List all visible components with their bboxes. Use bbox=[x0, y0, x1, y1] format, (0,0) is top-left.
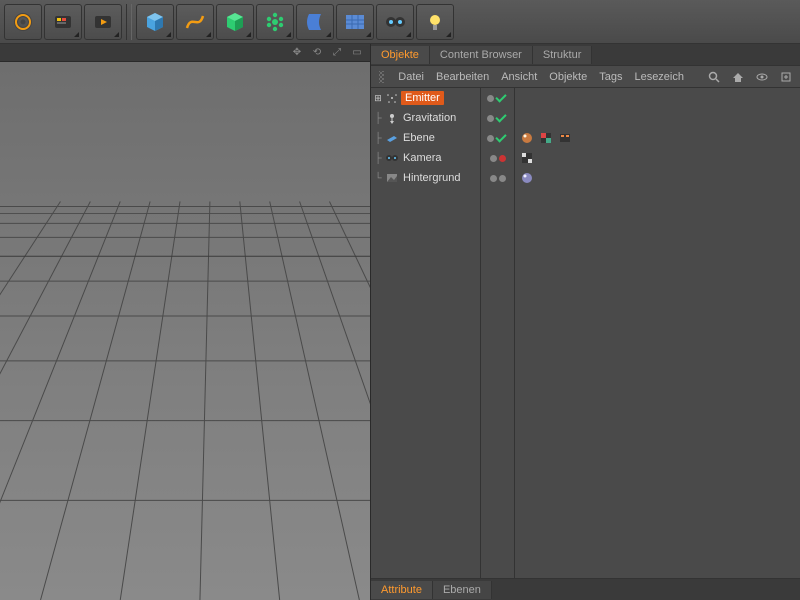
panel-tabs-top: Objekte Content Browser Struktur bbox=[371, 44, 800, 66]
camera-obj-icon bbox=[385, 151, 399, 165]
menu-datei[interactable]: Datei bbox=[398, 71, 424, 83]
cube-primitive-icon[interactable] bbox=[136, 4, 174, 40]
vis-dot-icon[interactable] bbox=[487, 135, 494, 142]
search-icon[interactable] bbox=[708, 70, 720, 84]
object-manager-panel: Objekte Content Browser Struktur Datei B… bbox=[370, 44, 800, 600]
object-row-kamera[interactable]: ├ Kamera bbox=[371, 148, 480, 168]
tree-connector: ├ bbox=[373, 133, 383, 144]
compositing-tag-icon[interactable] bbox=[538, 130, 554, 146]
drag-handle-icon[interactable] bbox=[379, 71, 384, 83]
tag-cell bbox=[515, 168, 800, 188]
xpresso-tag-icon[interactable] bbox=[557, 130, 573, 146]
viewport-panel: ✥ ⟲ ⤢ ▭ bbox=[0, 44, 370, 600]
plus-icon[interactable] bbox=[780, 70, 792, 84]
emitter-icon bbox=[385, 91, 399, 105]
object-tree-column: ⊞ Emitter ├ Gravitation ├ Ebene bbox=[371, 88, 481, 578]
object-name[interactable]: Gravitation bbox=[401, 112, 456, 124]
enable-check-icon[interactable] bbox=[496, 132, 508, 144]
zoom-icon[interactable]: ⤢ bbox=[330, 46, 344, 60]
enable-check-icon[interactable] bbox=[496, 112, 508, 124]
object-name[interactable]: Ebene bbox=[401, 132, 435, 144]
menu-bearbeiten[interactable]: Bearbeiten bbox=[436, 71, 489, 83]
camera-icon[interactable] bbox=[376, 4, 414, 40]
panel-menubar: Datei Bearbeiten Ansicht Objekte Tags Le… bbox=[371, 66, 800, 88]
menu-tags[interactable]: Tags bbox=[599, 71, 622, 83]
object-row-ebene[interactable]: ├ Ebene bbox=[371, 128, 480, 148]
viewport-3d[interactable] bbox=[0, 62, 370, 600]
vis-dot-icon[interactable] bbox=[499, 175, 506, 182]
tab-structure[interactable]: Struktur bbox=[533, 46, 593, 64]
object-name[interactable]: Emitter bbox=[401, 91, 444, 105]
grid-floor bbox=[0, 62, 370, 600]
nurbs-icon[interactable] bbox=[216, 4, 254, 40]
tree-connector: ├ bbox=[373, 153, 383, 164]
vis-dot-icon[interactable] bbox=[487, 95, 494, 102]
vis-dot-icon[interactable] bbox=[487, 115, 494, 122]
object-row-emitter[interactable]: ⊞ Emitter bbox=[371, 88, 480, 108]
background-icon bbox=[385, 171, 399, 185]
menu-lesezeichen[interactable]: Lesezeich bbox=[634, 71, 684, 83]
material-tag-icon[interactable] bbox=[519, 170, 535, 186]
tag-cell bbox=[515, 128, 800, 148]
panel-tabs-bottom: Attribute Ebenen bbox=[371, 578, 800, 600]
move-icon[interactable]: ✥ bbox=[290, 46, 304, 60]
main-toolbar bbox=[0, 0, 800, 44]
object-row-gravitation[interactable]: ├ Gravitation bbox=[371, 108, 480, 128]
expand-icon[interactable]: ⊞ bbox=[373, 93, 383, 104]
light-icon[interactable] bbox=[416, 4, 454, 40]
render-settings-icon[interactable] bbox=[44, 4, 82, 40]
material-tag-icon[interactable] bbox=[519, 130, 535, 146]
deformer-icon[interactable] bbox=[296, 4, 334, 40]
spline-icon[interactable] bbox=[176, 4, 214, 40]
vis-dot-icon[interactable] bbox=[490, 175, 497, 182]
enable-check-icon[interactable] bbox=[496, 92, 508, 104]
gravity-icon bbox=[385, 111, 399, 125]
viewport-header: ✥ ⟲ ⤢ ▭ bbox=[0, 44, 370, 62]
visibility-cell bbox=[481, 148, 514, 168]
tag-cell bbox=[515, 108, 800, 128]
maximize-icon[interactable]: ▭ bbox=[350, 46, 364, 60]
rotate-icon[interactable]: ⟲ bbox=[310, 46, 324, 60]
home-icon[interactable] bbox=[732, 70, 744, 84]
tab-ebenen[interactable]: Ebenen bbox=[433, 581, 492, 599]
vis-dot-icon[interactable] bbox=[499, 155, 506, 162]
array-icon[interactable] bbox=[256, 4, 294, 40]
tab-attribute[interactable]: Attribute bbox=[371, 581, 433, 599]
floor-icon[interactable] bbox=[336, 4, 374, 40]
app-root: ✥ ⟲ ⤢ ▭ bbox=[0, 0, 800, 600]
tab-objects[interactable]: Objekte bbox=[371, 46, 430, 64]
plane-icon bbox=[385, 131, 399, 145]
tree-connector: └ bbox=[373, 173, 383, 184]
target-tag-icon[interactable] bbox=[519, 150, 535, 166]
menu-objekte[interactable]: Objekte bbox=[549, 71, 587, 83]
vis-dot-icon[interactable] bbox=[490, 155, 497, 162]
eye-icon[interactable] bbox=[756, 70, 768, 84]
main-row: ✥ ⟲ ⤢ ▭ bbox=[0, 44, 800, 600]
render-icon[interactable] bbox=[84, 4, 122, 40]
object-name[interactable]: Hintergrund bbox=[401, 172, 460, 184]
visibility-column bbox=[481, 88, 515, 578]
object-row-hintergrund[interactable]: └ Hintergrund bbox=[371, 168, 480, 188]
menu-ansicht[interactable]: Ansicht bbox=[501, 71, 537, 83]
visibility-cell bbox=[481, 108, 514, 128]
visibility-cell bbox=[481, 88, 514, 108]
tag-cell bbox=[515, 148, 800, 168]
tree-connector: ├ bbox=[373, 113, 383, 124]
object-list: ⊞ Emitter ├ Gravitation ├ Ebene bbox=[371, 88, 800, 578]
toolbar-separator bbox=[126, 4, 132, 40]
preferences-icon[interactable] bbox=[4, 4, 42, 40]
tag-cell bbox=[515, 88, 800, 108]
visibility-cell bbox=[481, 128, 514, 148]
tab-content-browser[interactable]: Content Browser bbox=[430, 46, 533, 64]
visibility-cell bbox=[481, 168, 514, 188]
tags-column bbox=[515, 88, 800, 578]
object-name[interactable]: Kamera bbox=[401, 152, 442, 164]
